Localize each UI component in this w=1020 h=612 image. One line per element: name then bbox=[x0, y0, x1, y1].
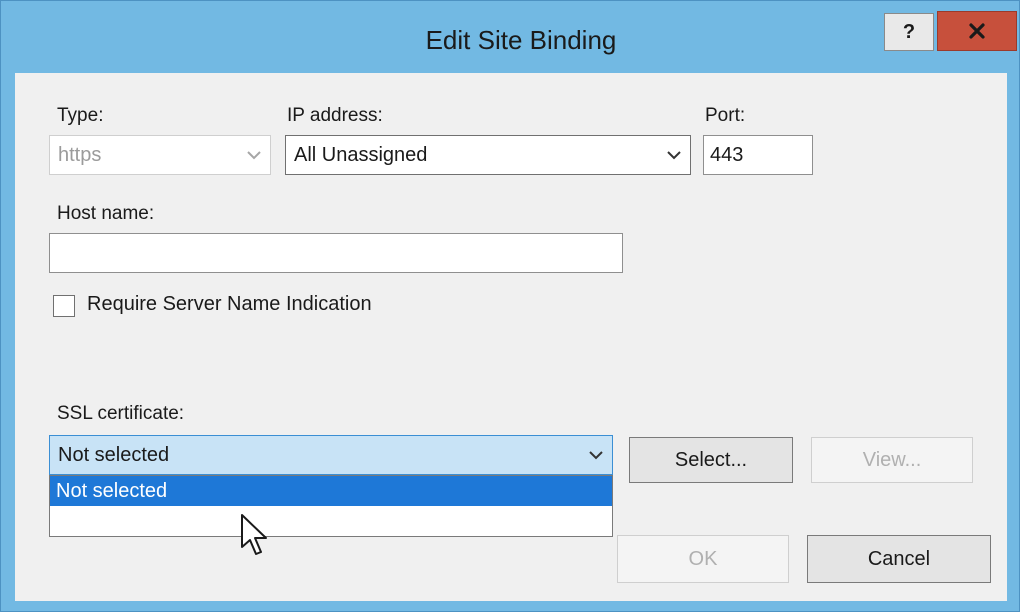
select-certificate-button[interactable]: Select... bbox=[629, 437, 793, 483]
chevron-down-icon bbox=[589, 451, 603, 460]
require-sni-label: Require Server Name Indication bbox=[87, 293, 372, 315]
ssl-certificate-value: Not selected bbox=[58, 443, 170, 466]
view-certificate-button: View... bbox=[811, 437, 973, 483]
close-icon bbox=[969, 23, 985, 39]
help-button[interactable]: ? bbox=[884, 13, 934, 51]
port-value: 443 bbox=[710, 143, 744, 166]
close-button[interactable] bbox=[937, 11, 1017, 51]
ssl-certificate-select[interactable]: Not selected bbox=[49, 435, 613, 475]
ssl-option-not-selected[interactable]: Not selected bbox=[50, 476, 612, 506]
chevron-down-icon bbox=[667, 151, 681, 160]
dialog-title: Edit Site Binding bbox=[425, 25, 617, 55]
help-icon: ? bbox=[902, 20, 916, 43]
port-field[interactable]: 443 bbox=[703, 135, 813, 175]
host-name-label: Host name: bbox=[57, 203, 155, 224]
chevron-down-icon bbox=[247, 151, 261, 160]
ssl-option-blank[interactable] bbox=[50, 506, 612, 536]
type-select: https bbox=[49, 135, 271, 175]
port-label: Port: bbox=[705, 105, 746, 126]
cancel-button[interactable]: Cancel bbox=[807, 535, 991, 583]
ssl-certificate-dropdown-list: Not selected bbox=[49, 475, 613, 537]
dialog-body: Type: https IP address: All Unassigned P… bbox=[15, 73, 1007, 601]
type-value: https bbox=[58, 143, 102, 166]
ok-button-label: OK bbox=[688, 547, 718, 570]
view-button-label: View... bbox=[862, 448, 922, 471]
select-button-label: Select... bbox=[674, 448, 748, 471]
require-sni-checkbox[interactable] bbox=[53, 295, 75, 317]
ip-address-label: IP address: bbox=[287, 105, 383, 126]
edit-site-binding-dialog: Edit Site Binding ? Type: https IP addre… bbox=[0, 0, 1020, 612]
ip-address-select[interactable]: All Unassigned bbox=[285, 135, 691, 175]
mouse-cursor-icon bbox=[241, 514, 267, 555]
host-name-field[interactable] bbox=[49, 233, 623, 273]
ip-address-value: All Unassigned bbox=[294, 143, 428, 166]
ok-button: OK bbox=[617, 535, 789, 583]
type-label: Type: bbox=[57, 105, 104, 126]
ssl-certificate-label: SSL certificate: bbox=[57, 403, 185, 424]
cancel-button-label: Cancel bbox=[867, 547, 931, 570]
